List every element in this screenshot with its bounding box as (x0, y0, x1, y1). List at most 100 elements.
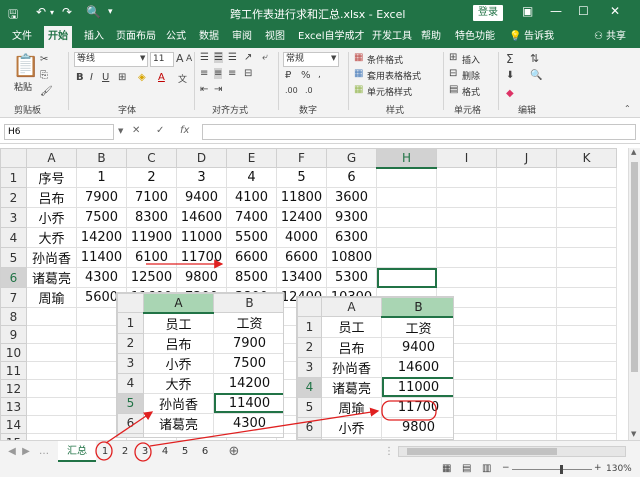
row-header[interactable]: 12 (0, 379, 27, 398)
copy-icon[interactable]: ⎘ (40, 70, 48, 81)
increase-font-icon[interactable]: A (176, 52, 184, 65)
align-top-icon[interactable]: ☰ (200, 52, 209, 63)
cell[interactable]: 6600 (276, 247, 327, 268)
cell[interactable]: 吕布 (26, 187, 77, 208)
name-box[interactable]: H6 (4, 124, 114, 140)
tab-insert[interactable]: 插入 (84, 26, 104, 48)
row-header[interactable]: 14 (0, 415, 27, 434)
cell-style-button[interactable]: 单元格样式 (367, 85, 412, 98)
cell[interactable] (496, 207, 557, 228)
cell[interactable]: 孙尚香 (26, 247, 77, 268)
sheet-tab-5[interactable]: 5 (176, 441, 194, 462)
cell[interactable]: 12500 (126, 267, 177, 288)
cell[interactable] (496, 227, 557, 248)
tab-excel-zixue[interactable]: Excel自学成才 (298, 26, 365, 48)
row-header[interactable]: 10 (0, 343, 27, 362)
cell[interactable] (26, 307, 77, 326)
cell[interactable]: 6600 (226, 247, 277, 268)
tab-review[interactable]: 审阅 (232, 26, 252, 48)
sheet-tab-summary[interactable]: 汇总 (58, 441, 96, 462)
cell[interactable] (26, 325, 77, 344)
vertical-scroll-thumb[interactable] (631, 162, 638, 372)
cell[interactable]: 8500 (226, 267, 277, 288)
currency-icon[interactable]: ₽ (285, 70, 291, 81)
sort-filter-icon[interactable]: ⇅ (530, 52, 539, 65)
cell[interactable] (496, 287, 557, 308)
conditional-format-icon[interactable]: ▦ (354, 52, 363, 63)
cell[interactable] (556, 307, 617, 326)
cell[interactable]: 小乔 (26, 207, 77, 228)
split-handle-icon[interactable]: ⋮ (384, 441, 394, 462)
cell[interactable] (26, 379, 77, 398)
cell[interactable]: 4 (226, 167, 277, 188)
row-header[interactable]: 1 (0, 167, 27, 188)
cell[interactable]: 6 (326, 167, 377, 188)
cell[interactable]: 9300 (326, 207, 377, 228)
minimize-icon[interactable]: — (550, 4, 562, 18)
print-preview-icon[interactable]: 🔍 (86, 5, 101, 19)
bold-icon[interactable]: B (76, 72, 84, 83)
cell[interactable] (556, 415, 617, 434)
row-header[interactable]: 2 (0, 187, 27, 208)
cell[interactable] (26, 343, 77, 362)
autosum-icon[interactable]: Σ (506, 52, 514, 66)
tab-home[interactable]: 开始 (44, 26, 72, 48)
page-layout-view-icon[interactable]: ▤ (462, 463, 471, 474)
more-sheets-icon[interactable]: … (38, 441, 50, 462)
clear-icon[interactable]: ◆ (506, 88, 514, 99)
wrap-text-icon[interactable]: ⤶ (262, 52, 268, 63)
cell[interactable] (436, 227, 497, 248)
next-sheet-icon[interactable]: ▶ (20, 441, 32, 462)
cell[interactable]: 3 (176, 167, 227, 188)
cell[interactable]: 8300 (126, 207, 177, 228)
cell-style-icon[interactable]: ▦ (354, 84, 363, 95)
cell[interactable] (436, 187, 497, 208)
cell[interactable]: 6300 (326, 227, 377, 248)
login-button[interactable]: 登录 (473, 5, 503, 21)
decrease-decimal-icon[interactable]: .0 (305, 86, 313, 95)
paste-button[interactable]: 粘贴 (14, 80, 32, 93)
tab-page-layout[interactable]: 页面布局 (116, 26, 156, 48)
cell[interactable]: 5300 (326, 267, 377, 288)
row-header[interactable]: 11 (0, 361, 27, 380)
cell[interactable]: 大乔 (26, 227, 77, 248)
row-header[interactable]: 8 (0, 307, 27, 326)
decrease-indent-icon[interactable]: ⇤ (200, 84, 208, 95)
column-header[interactable]: I (436, 148, 497, 168)
sheet-tab-3[interactable]: 3 (136, 441, 154, 462)
decrease-font-icon[interactable]: A (186, 54, 192, 64)
font-size-select[interactable]: 11 (150, 52, 174, 67)
row-header[interactable]: 7 (0, 287, 27, 308)
sheet-tab-4[interactable]: 4 (156, 441, 174, 462)
cell[interactable] (496, 379, 557, 398)
cell[interactable] (26, 415, 77, 434)
cell[interactable]: 2 (126, 167, 177, 188)
cell[interactable]: 12400 (276, 207, 327, 228)
cell[interactable]: 9800 (176, 267, 227, 288)
cell[interactable] (556, 379, 617, 398)
cell[interactable] (496, 361, 557, 380)
align-left-icon[interactable]: ≡ (200, 68, 208, 79)
find-select-icon[interactable]: 🔍 (530, 70, 542, 81)
cell[interactable]: 诸葛亮 (26, 267, 77, 288)
cell[interactable] (376, 167, 437, 188)
cell[interactable] (556, 325, 617, 344)
cell[interactable]: 11000 (176, 227, 227, 248)
cell[interactable] (556, 187, 617, 208)
align-center-icon[interactable]: ≡ (214, 68, 223, 79)
cell[interactable] (556, 343, 617, 362)
cell[interactable]: 周瑜 (26, 287, 77, 308)
format-painter-icon[interactable]: 🖌 (40, 86, 53, 97)
cell[interactable]: 5 (276, 167, 327, 188)
picture-sheet3[interactable]: A B 1 员工 工资 2 吕布 9400 3 孙尚香 14600 4 诸葛亮 11000 5 周瑜 11700… (296, 296, 454, 440)
name-box-dropdown-icon[interactable]: ▼ (118, 127, 123, 135)
cell[interactable] (376, 207, 437, 228)
share-button[interactable]: 共享 (606, 26, 626, 48)
tab-view[interactable]: 视图 (265, 26, 285, 48)
row-header[interactable]: 13 (0, 397, 27, 416)
delete-cells-icon[interactable]: ⊟ (449, 68, 457, 79)
cell[interactable] (376, 247, 437, 268)
cell[interactable]: 3600 (326, 187, 377, 208)
sheet-tab-1[interactable]: 1 (96, 441, 114, 462)
close-icon[interactable]: ✕ (610, 4, 620, 18)
